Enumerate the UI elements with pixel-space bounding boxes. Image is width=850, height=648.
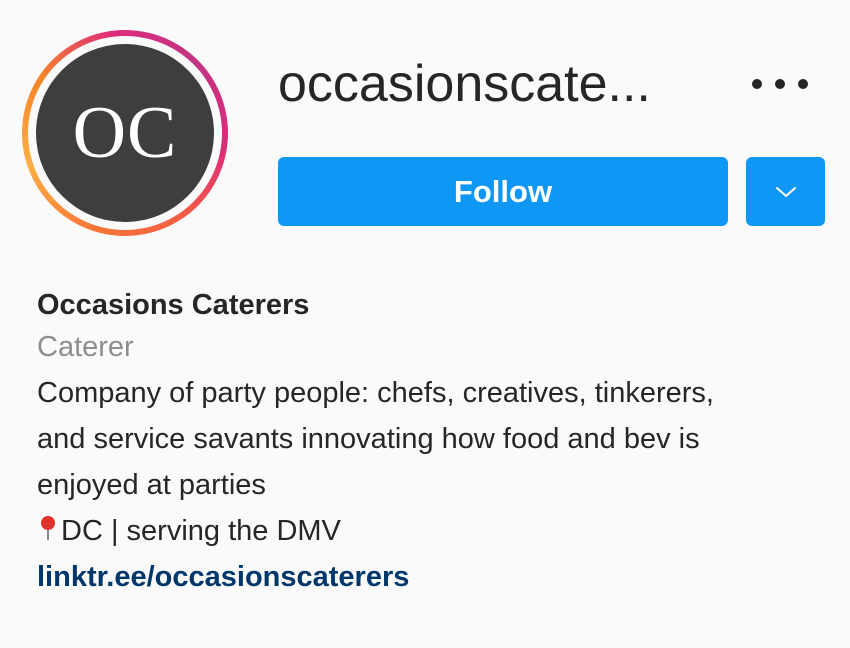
round-pushpin-icon xyxy=(37,514,59,542)
story-ring[interactable]: OC xyxy=(22,30,228,236)
suggested-accounts-button[interactable] xyxy=(746,157,825,226)
location-text: DC | serving the DMV xyxy=(61,515,341,547)
full-name: Occasions Caterers xyxy=(37,289,310,321)
category-label: Caterer xyxy=(37,331,134,363)
profile-header: OC occasionscate... Follow Occasions Cat… xyxy=(0,0,850,648)
follow-button[interactable]: Follow xyxy=(278,157,728,226)
bio-text-line: Company of party people: chefs, creative… xyxy=(37,377,714,409)
avatar-initials: OC xyxy=(72,91,178,174)
bio-text-line: and service savants innovating how food … xyxy=(37,423,700,455)
username: occasionscate... xyxy=(278,55,651,113)
more-options-icon[interactable] xyxy=(752,66,808,102)
location-line: DC | serving the DMV xyxy=(37,508,837,554)
chevron-down-icon xyxy=(775,186,796,197)
avatar[interactable]: OC xyxy=(36,44,214,222)
bio-section: Occasions Caterers Caterer Company of pa… xyxy=(37,286,837,600)
bio-text-line: enjoyed at parties xyxy=(37,469,266,501)
website-link[interactable]: linktr.ee/occasionscaterers xyxy=(37,561,409,593)
